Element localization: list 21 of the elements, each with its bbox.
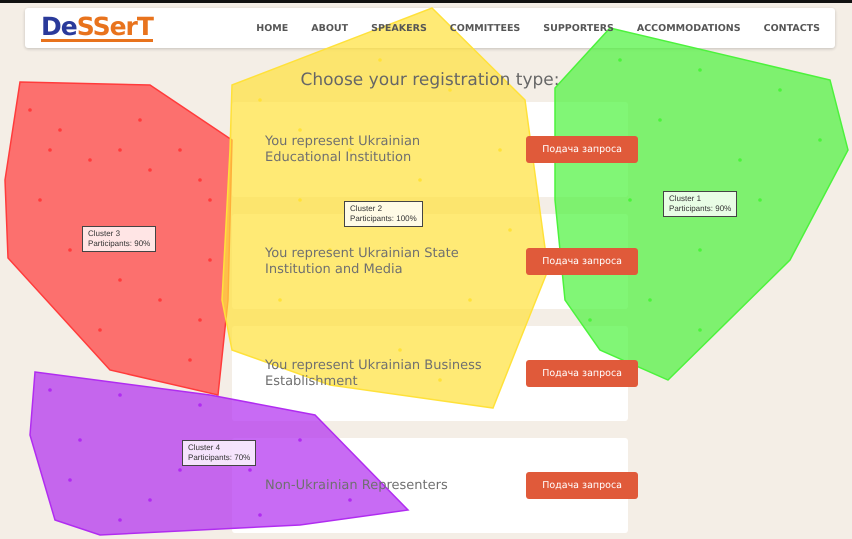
registration-type-label: You represent Ukrainian Educational Institution [265,134,422,166]
request-button[interactable]: Подача запроса [526,136,638,163]
registration-type-label: You represent Ukrainian State Institution and Media [265,246,460,278]
nav-link[interactable]: CONTACTS [764,22,820,34]
request-button[interactable]: Подача запроса [526,248,638,275]
participants-text: Participants: 100% [350,214,417,224]
request-button[interactable]: Подача запроса [526,472,638,499]
cluster-name: Cluster 3 [88,229,122,239]
site-logo[interactable]: DeSSerT [41,14,153,42]
cluster-name: Cluster 4 [188,443,222,453]
participants-text: Participants: 90% [88,239,150,249]
participants-text: Participants: 90% [669,204,732,214]
cluster-name: Cluster 2 [350,204,384,214]
nav-link[interactable]: SUPPORTERS [543,22,614,34]
page-heading: Choose your registration type: [300,70,560,90]
participants-text: Participants: 70% [188,453,250,463]
cluster-name: Cluster 1 [669,194,702,204]
nav-link[interactable]: ACCOMMODATIONS [636,22,741,34]
nav-link[interactable]: HOME [256,22,288,34]
request-button[interactable]: Подача запроса [526,360,638,387]
nav-link[interactable]: ABOUT [311,22,348,34]
